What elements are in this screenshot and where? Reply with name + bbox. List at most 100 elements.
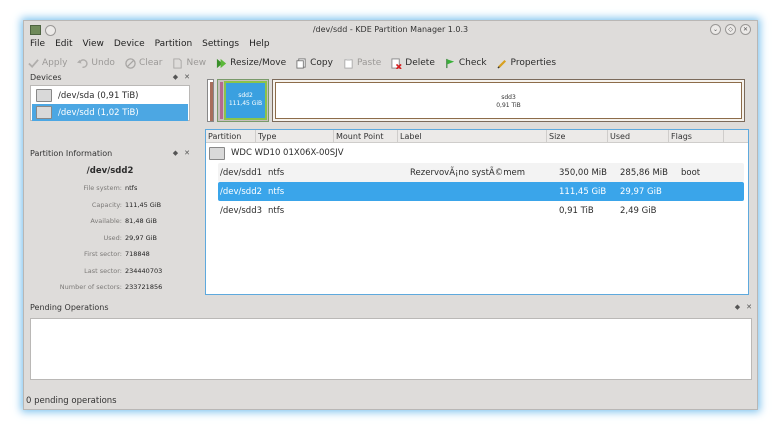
- cell-used: 29,97 GiB: [620, 186, 662, 197]
- info-key: File system:: [83, 184, 122, 192]
- flag-icon: [446, 58, 455, 68]
- maximize-button[interactable]: ◇: [725, 24, 736, 35]
- partition-block-sdd3[interactable]: sdd3 0,91 TiB: [272, 79, 745, 122]
- partition-block-size: 0,91 TiB: [496, 102, 521, 109]
- disk-name: WDC WD10 01X06X-00SJV: [231, 148, 344, 158]
- column-header-type[interactable]: Type: [256, 130, 334, 142]
- cell-size: 111,45 GiB: [559, 186, 607, 197]
- dock-close-icon[interactable]: ✕: [746, 303, 752, 312]
- info-row-available: Available: 81,48 GiB: [30, 217, 190, 234]
- info-row-filesystem: File system: ntfs: [30, 184, 190, 201]
- paste-icon: [344, 58, 353, 69]
- info-value: 81,48 GiB: [125, 217, 157, 225]
- devices-title: Devices: [30, 73, 62, 82]
- apply-label: Apply: [42, 58, 68, 68]
- devices-panel-header: Devices ◆ ✕: [30, 73, 190, 82]
- main-window: /dev/sdd - KDE Partition Manager 1.0.3 ⌄…: [23, 20, 758, 410]
- table-row-sdd3[interactable]: /dev/sdd3 ntfs 0,91 TiB 2,49 GiB: [218, 201, 744, 220]
- checkmark-icon: [28, 58, 39, 68]
- column-header-size[interactable]: Size: [547, 130, 608, 142]
- column-header-label[interactable]: Label: [398, 130, 547, 142]
- pending-operations-header: Pending Operations ◆ ✕: [30, 303, 752, 312]
- partition-block-size: 111,45 GiB: [228, 100, 263, 107]
- close-button[interactable]: ✕: [740, 24, 751, 35]
- properties-label: Properties: [510, 58, 557, 68]
- column-header-used[interactable]: Used: [608, 130, 669, 142]
- devices-panel: Devices ◆ ✕ /dev/sda (0,91 TiB) /dev/sdd…: [30, 73, 190, 121]
- dock-close-icon[interactable]: ✕: [184, 149, 190, 158]
- partition-table: Partition Type Mount Point Label Size Us…: [205, 129, 749, 295]
- hard-disk-icon: [209, 146, 225, 160]
- info-row-sector-count: Number of sectors: 233721856: [30, 283, 190, 300]
- dock-float-icon[interactable]: ◆: [173, 73, 178, 82]
- delete-button[interactable]: Delete: [391, 57, 435, 69]
- menu-settings[interactable]: Settings: [202, 39, 239, 53]
- partition-info-title: Partition Information: [30, 149, 113, 158]
- info-value: 111,45 GiB: [125, 200, 162, 209]
- table-row-sdd2[interactable]: /dev/sdd2 ntfs 111,45 GiB 29,97 GiB: [218, 182, 744, 201]
- clear-icon: [125, 57, 136, 69]
- dock-close-icon[interactable]: ✕: [184, 73, 190, 82]
- partition-graph: sdd2 111,45 GiB sdd3 0,91 TiB: [207, 79, 747, 123]
- check-button[interactable]: Check: [445, 58, 487, 69]
- paste-button[interactable]: Paste: [343, 58, 381, 69]
- column-header-mount-point[interactable]: Mount Point: [334, 130, 398, 142]
- menu-partition[interactable]: Partition: [155, 39, 193, 53]
- disk-row[interactable]: WDC WD10 01X06X-00SJV: [206, 143, 748, 163]
- copy-button[interactable]: Copy: [296, 57, 333, 69]
- menu-help[interactable]: Help: [249, 39, 270, 53]
- cell-used: 285,86 MiB: [620, 167, 668, 178]
- undo-button[interactable]: Undo: [77, 58, 115, 69]
- partition-info-header: Partition Information ◆ ✕: [30, 149, 190, 158]
- info-value: 29,97 GiB: [125, 233, 157, 242]
- clear-button[interactable]: Clear: [125, 57, 163, 69]
- dock-float-icon[interactable]: ◆: [735, 303, 740, 312]
- paste-label: Paste: [356, 58, 382, 68]
- new-label: New: [186, 58, 207, 68]
- menu-device[interactable]: Device: [114, 39, 145, 53]
- device-item-sda[interactable]: /dev/sda (0,91 TiB): [32, 87, 188, 104]
- hard-disk-icon: [36, 89, 52, 102]
- toolbar: Apply Undo Clear New Resize/Move Copy Pa…: [28, 55, 556, 71]
- partition-info-name: /dev/sdd2: [86, 166, 134, 176]
- resize-move-button[interactable]: Resize/Move: [216, 58, 286, 69]
- partition-info-panel: Partition Information ◆ ✕ /dev/sdd2 File…: [30, 149, 190, 300]
- minimize-button[interactable]: ⌄: [710, 24, 721, 35]
- info-key: Used:: [103, 233, 122, 242]
- delete-icon: [391, 57, 402, 69]
- cell-partition: /dev/sdd1: [220, 167, 263, 178]
- apply-button[interactable]: Apply: [28, 58, 67, 69]
- info-value: ntfs: [125, 184, 138, 192]
- pending-operations-list[interactable]: [30, 318, 752, 380]
- table-row-sdd1[interactable]: /dev/sdd1 ntfs RezervovÃ¡no systÃ©mem 35…: [218, 163, 744, 182]
- device-item-sdd[interactable]: /dev/sdd (1,02 TiB): [32, 104, 188, 121]
- clear-label: Clear: [138, 58, 163, 68]
- info-key: Last sector:: [84, 266, 122, 275]
- partition-block-unallocated[interactable]: [207, 79, 214, 122]
- info-key: Available:: [90, 217, 122, 225]
- properties-button[interactable]: Properties: [497, 58, 556, 69]
- devices-list: /dev/sda (0,91 TiB) /dev/sdd (1,02 TiB): [30, 85, 190, 121]
- undo-label: Undo: [91, 58, 115, 68]
- copy-label: Copy: [310, 58, 333, 68]
- title-bar[interactable]: /dev/sdd - KDE Partition Manager 1.0.3 ⌄…: [24, 21, 757, 39]
- new-partition-icon: [173, 57, 183, 69]
- menu-view[interactable]: View: [83, 39, 104, 53]
- copy-icon: [296, 57, 306, 69]
- partition-block-name: sdd3: [501, 94, 516, 101]
- column-header-flags[interactable]: Flags: [669, 130, 724, 142]
- column-header-partition[interactable]: Partition: [206, 130, 256, 142]
- info-key: First sector:: [84, 250, 122, 258]
- cell-partition: /dev/sdd2: [220, 186, 263, 197]
- cell-partition: /dev/sdd3: [220, 205, 263, 216]
- menu-edit[interactable]: Edit: [55, 39, 72, 53]
- cell-used: 2,49 GiB: [620, 205, 657, 216]
- device-label: /dev/sda (0,91 TiB): [58, 90, 139, 101]
- menu-file[interactable]: File: [30, 39, 45, 53]
- dock-float-icon[interactable]: ◆: [173, 149, 178, 158]
- partition-block-sdd2[interactable]: sdd2 111,45 GiB: [224, 81, 267, 120]
- pending-operations-panel: Pending Operations ◆ ✕: [30, 303, 752, 380]
- cell-type: ntfs: [268, 186, 285, 197]
- new-button[interactable]: New: [172, 57, 207, 69]
- cell-flags: boot: [681, 167, 701, 178]
